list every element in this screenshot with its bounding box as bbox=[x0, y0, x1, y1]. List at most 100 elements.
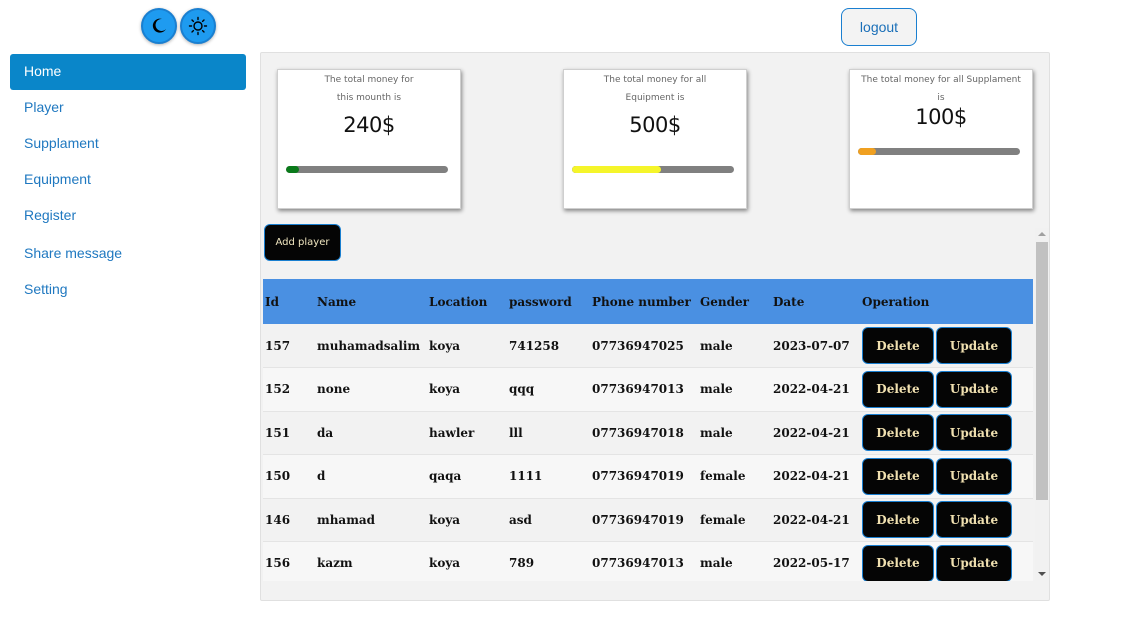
cell-password: 1111 bbox=[509, 469, 543, 484]
column-header-password: password bbox=[509, 294, 572, 309]
cell-gender: male bbox=[700, 338, 733, 353]
table-header-row: Id Name Location password Phone number G… bbox=[263, 279, 1033, 324]
cell-location: koya bbox=[429, 556, 461, 571]
sidebar-item-register[interactable]: Register bbox=[10, 198, 246, 234]
cell-location: koya bbox=[429, 512, 461, 527]
delete-button[interactable]: Delete bbox=[862, 501, 934, 539]
cell-name: none bbox=[317, 382, 351, 397]
logout-button[interactable]: logout bbox=[841, 8, 917, 46]
cell-phone: 07736947019 bbox=[592, 469, 684, 484]
scroll-thumb[interactable] bbox=[1036, 242, 1048, 500]
table-row: 157 muhamadsalim koya 741258 07736947025 male… bbox=[263, 324, 1033, 368]
card-amount: 100$ bbox=[915, 105, 967, 129]
progress-bar bbox=[572, 166, 734, 173]
cell-phone: 07736947013 bbox=[592, 382, 684, 397]
sidebar: Home Player Supplament Equipment Registe… bbox=[10, 54, 246, 308]
cell-password: 789 bbox=[509, 556, 535, 571]
sidebar-item-setting[interactable]: Setting bbox=[10, 272, 246, 308]
sidebar-item-supplament[interactable]: Supplament bbox=[10, 126, 246, 162]
update-button[interactable]: Update bbox=[936, 370, 1012, 408]
cell-date: 2022-04-21 bbox=[773, 425, 850, 440]
card-label: The total money for all Supplament is bbox=[861, 75, 1021, 103]
cell-password: lll bbox=[509, 425, 523, 440]
cell-id: 146 bbox=[265, 512, 291, 527]
sidebar-item-home[interactable]: Home bbox=[10, 54, 246, 90]
sidebar-item-equipment[interactable]: Equipment bbox=[10, 162, 246, 198]
cell-gender: male bbox=[700, 382, 733, 397]
add-player-button[interactable]: Add player bbox=[264, 224, 341, 261]
table-row: 150 d qaqa 1111 07736947019 female 2022-04-21 D… bbox=[263, 454, 1033, 499]
moon-icon bbox=[152, 18, 166, 33]
cell-id: 157 bbox=[265, 338, 291, 353]
sidebar-item-player[interactable]: Player bbox=[10, 90, 246, 126]
scroll-down-icon[interactable] bbox=[1038, 572, 1046, 576]
table-row: 151 da hawler lll 07736947018 male 2022-04-21 D… bbox=[263, 411, 1033, 455]
cell-phone: 07736947019 bbox=[592, 512, 684, 527]
delete-button[interactable]: Delete bbox=[862, 327, 934, 364]
progress-bar bbox=[858, 148, 1020, 155]
update-button[interactable]: Update bbox=[936, 501, 1012, 539]
light-mode-toggle[interactable] bbox=[180, 8, 216, 44]
cell-name: muhamadsalim bbox=[317, 338, 421, 353]
cell-id: 156 bbox=[265, 556, 291, 571]
cell-password: 741258 bbox=[509, 338, 560, 353]
cell-operation: Delete Update bbox=[860, 368, 1033, 412]
update-button[interactable]: Update bbox=[936, 457, 1012, 495]
cell-operation: Delete Update bbox=[860, 455, 1033, 499]
cell-id: 152 bbox=[265, 382, 291, 397]
cell-operation: Delete Update bbox=[860, 324, 1033, 368]
players-table: Id Name Location password Phone number G… bbox=[263, 279, 1033, 581]
progress-fill bbox=[286, 166, 299, 173]
cell-date: 2022-04-21 bbox=[773, 469, 850, 484]
cell-date: 2023-07-07 bbox=[773, 338, 850, 353]
cell-phone: 07736947025 bbox=[592, 338, 684, 353]
players-table-container: Id Name Location password Phone number G… bbox=[263, 279, 1033, 581]
card-label: The total money for this mounth is bbox=[324, 75, 414, 103]
table-row: 146 mhamad koya asd 07736947019 female 2022-04… bbox=[263, 498, 1033, 542]
delete-button[interactable]: Delete bbox=[862, 414, 934, 452]
update-button[interactable]: Update bbox=[936, 414, 1012, 452]
column-header-date: Date bbox=[773, 294, 805, 309]
table-scrollbar[interactable] bbox=[1035, 228, 1049, 580]
update-button[interactable]: Update bbox=[936, 544, 1012, 581]
cell-id: 151 bbox=[265, 425, 291, 440]
column-header-id: Id bbox=[265, 294, 280, 309]
equipment-money-card: The total money for all Equipment is 500… bbox=[563, 69, 747, 209]
progress-bar bbox=[286, 166, 448, 173]
delete-button[interactable]: Delete bbox=[862, 544, 934, 581]
monthly-money-card: The total money for this mounth is 240$ bbox=[277, 69, 461, 209]
cell-name: kazm bbox=[317, 556, 353, 571]
cell-name: d bbox=[317, 469, 326, 484]
column-header-gender: Gender bbox=[700, 294, 749, 309]
cell-location: hawler bbox=[429, 425, 475, 440]
column-header-location: Location bbox=[429, 294, 488, 309]
delete-button[interactable]: Delete bbox=[862, 457, 934, 495]
update-button[interactable]: Update bbox=[936, 327, 1012, 364]
cell-password: qqq bbox=[509, 382, 535, 397]
progress-fill bbox=[858, 148, 876, 155]
cell-date: 2022-05-17 bbox=[773, 556, 850, 571]
cell-location: qaqa bbox=[429, 469, 462, 484]
cell-phone: 07736947018 bbox=[592, 425, 684, 440]
dark-mode-toggle[interactable] bbox=[141, 8, 177, 44]
cell-gender: male bbox=[700, 556, 733, 571]
cell-gender: male bbox=[700, 425, 733, 440]
supplament-money-card: The total money for all Supplament is 10… bbox=[849, 69, 1033, 209]
progress-fill bbox=[572, 166, 662, 173]
cell-name: mhamad bbox=[317, 512, 376, 527]
table-row: 156 kazm koya 789 07736947013 male 2022-05-17 D… bbox=[263, 541, 1033, 581]
column-header-name: Name bbox=[317, 294, 357, 309]
sidebar-item-share-message[interactable]: Share message bbox=[10, 236, 246, 272]
scroll-up-icon[interactable] bbox=[1038, 232, 1046, 236]
card-amount: 500$ bbox=[629, 113, 681, 137]
cell-gender: female bbox=[700, 469, 746, 484]
cell-location: koya bbox=[429, 338, 461, 353]
column-header-phone: Phone number bbox=[592, 294, 691, 309]
cell-operation: Delete Update bbox=[860, 498, 1033, 542]
cell-operation: Delete Update bbox=[860, 411, 1033, 455]
delete-button[interactable]: Delete bbox=[862, 370, 934, 408]
main-panel: The total money for this mounth is 240$ … bbox=[260, 52, 1050, 601]
sun-icon bbox=[188, 16, 208, 36]
cell-location: koya bbox=[429, 382, 461, 397]
cell-name: da bbox=[317, 425, 334, 440]
